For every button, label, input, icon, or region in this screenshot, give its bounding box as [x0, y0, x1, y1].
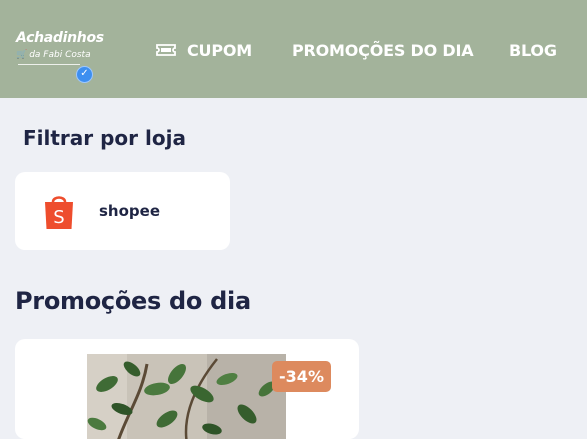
logo-underline: [18, 64, 80, 65]
verified-badge-icon: ✓: [76, 66, 93, 83]
logo-subtitle: 🛒 da Fabi Costa: [16, 50, 91, 60]
site-logo[interactable]: Achadinhos 🛒 da Fabi Costa ✓: [14, 30, 104, 86]
shopee-bag-icon: S: [42, 193, 76, 231]
product-image[interactable]: [87, 354, 286, 439]
nav-cupom-label: CUPOM: [187, 40, 252, 60]
cart-icon: 🛒: [16, 50, 28, 60]
filter-title: Filtrar por loja: [23, 126, 186, 150]
product-card[interactable]: -34%: [15, 339, 359, 439]
nav-blog[interactable]: BLOG: [509, 39, 557, 61]
store-name: shopee: [99, 202, 160, 220]
discount-badge: -34%: [272, 361, 331, 392]
nav-promocoes-do-dia[interactable]: PROMOÇÕES DO DIA: [292, 39, 474, 61]
site-header: Achadinhos 🛒 da Fabi Costa ✓ CUPOM PROMOÇ…: [0, 0, 587, 98]
svg-text:S: S: [53, 207, 64, 228]
logo-title: Achadinhos: [16, 30, 104, 46]
nav-cupom[interactable]: CUPOM: [156, 39, 252, 61]
ticket-icon: [156, 44, 176, 56]
store-card-shopee[interactable]: S shopee: [15, 172, 230, 250]
promotions-title: Promoções do dia: [15, 287, 251, 315]
logo-subtitle-text: da Fabi Costa: [29, 50, 91, 60]
